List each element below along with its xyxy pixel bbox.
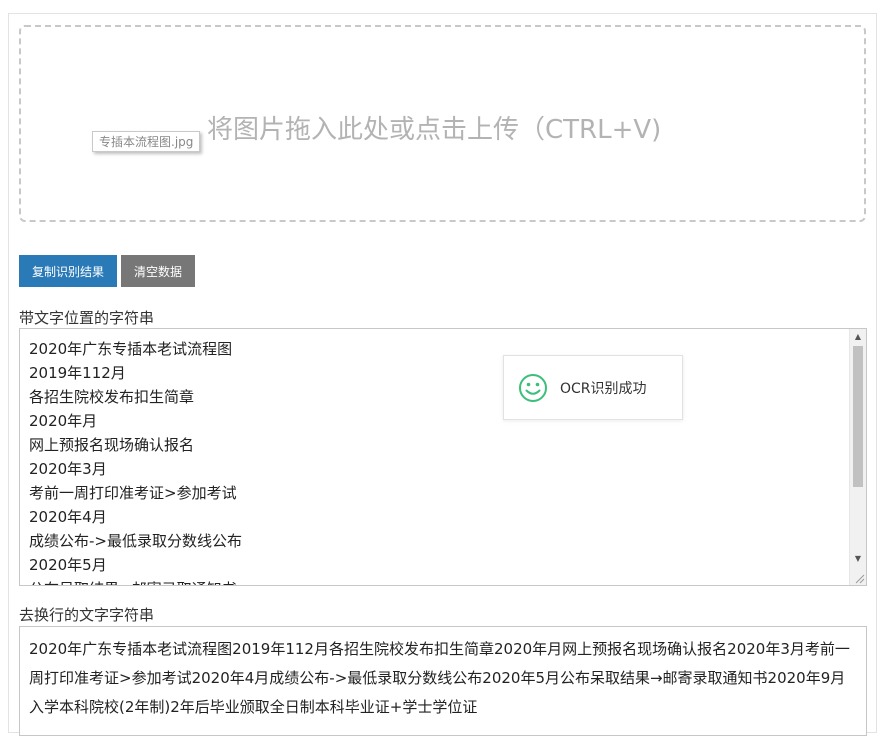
toast-message: OCR识别成功 bbox=[560, 381, 647, 397]
text-line: 各招生院校发布扣生简章 bbox=[29, 388, 195, 406]
flat-text-label: 去换行的文字字符串 bbox=[19, 606, 155, 624]
vertical-scrollbar[interactable]: ▲ ▼ bbox=[849, 329, 866, 585]
ocr-success-toast: OCR识别成功 bbox=[503, 355, 683, 420]
text-line: 2020年5月 bbox=[29, 556, 107, 574]
copy-result-button[interactable]: 复制识别结果 bbox=[19, 255, 117, 287]
text-line: 考前一周打印准考证>参加考试 bbox=[29, 484, 237, 502]
resize-grip-icon[interactable] bbox=[853, 572, 865, 584]
flat-text-area[interactable]: 2020年广东专插本老试流程图2019年112月各招生院校发布扣生简章2020年… bbox=[19, 626, 867, 736]
image-upload-dropzone[interactable]: 将图片拖入此处或点击上传（CTRL+V) 专插本流程图.jpg bbox=[19, 25, 866, 222]
positioned-text-area[interactable]: 2020年广东专插本老试流程图 2019年112月 各招生院校发布扣生简章 20… bbox=[19, 328, 867, 586]
smiley-icon bbox=[519, 374, 547, 402]
upload-prompt: 将图片拖入此处或点击上传（CTRL+V) bbox=[207, 115, 662, 145]
positioned-text-label: 带文字位置的字符串 bbox=[19, 309, 155, 327]
scrollbar-thumb[interactable] bbox=[853, 346, 863, 487]
dragged-file-name: 专插本流程图.jpg bbox=[92, 131, 201, 152]
text-line: 2020年月 bbox=[29, 412, 98, 430]
clear-data-button[interactable]: 清空数据 bbox=[121, 255, 195, 287]
text-line: 网上预报名现场确认报名 bbox=[29, 436, 195, 454]
text-line: 2020年4月 bbox=[29, 508, 107, 526]
scroll-down-arrow-icon[interactable]: ▼ bbox=[850, 551, 866, 567]
text-line: 成绩公布->最低录取分数线公布 bbox=[29, 532, 242, 550]
text-line: 2020年3月 bbox=[29, 460, 107, 478]
text-line: 2019年112月 bbox=[29, 364, 126, 382]
text-line: 公布呆取结果→邮寄录取通知书 bbox=[29, 577, 866, 585]
flat-text-content: 2020年广东专插本老试流程图2019年112月各招生院校发布扣生简章2020年… bbox=[29, 640, 850, 716]
scroll-up-arrow-icon[interactable]: ▲ bbox=[850, 329, 866, 345]
text-line: 2020年广东专插本老试流程图 bbox=[29, 340, 233, 358]
